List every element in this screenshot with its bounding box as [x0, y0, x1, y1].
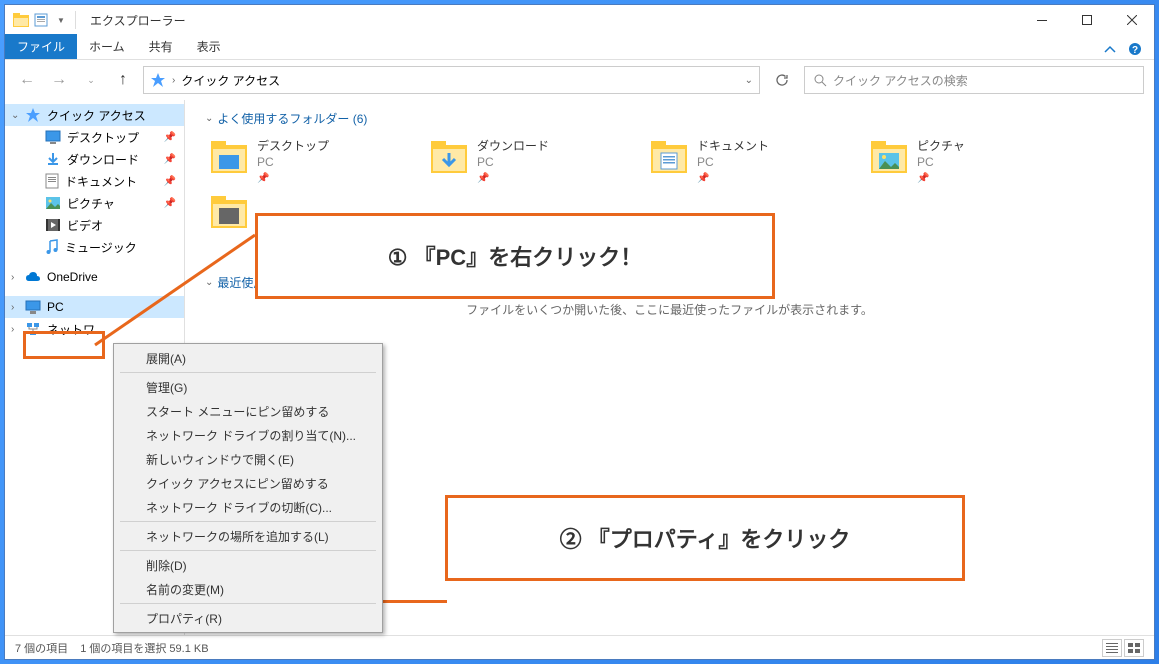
folder-icon [649, 139, 689, 175]
sidebar-item-pictures[interactable]: ピクチャ 📌 [5, 192, 184, 214]
chevron-down-icon[interactable]: ⌄ [11, 110, 19, 121]
music-icon [45, 239, 59, 255]
address-location: クイック アクセス [181, 72, 280, 89]
qat-dropdown-icon[interactable]: ▼ [53, 12, 69, 28]
menu-manage[interactable]: 管理(G) [116, 375, 380, 399]
menu-separator [120, 372, 376, 373]
view-icons-button[interactable] [1124, 639, 1144, 657]
callout-line-2 [383, 600, 447, 603]
menu-separator [120, 550, 376, 551]
pin-icon: 📌 [164, 154, 176, 165]
desktop-icon [45, 130, 61, 144]
properties-qat-icon[interactable] [33, 12, 49, 28]
menu-delete[interactable]: 削除(D) [116, 553, 380, 577]
view-details-button[interactable] [1102, 639, 1122, 657]
video-icon [45, 218, 61, 232]
window-controls [1019, 5, 1154, 35]
folder-icon [869, 139, 909, 175]
recent-dropdown[interactable]: ⌄ [79, 68, 103, 92]
pc-icon [25, 300, 41, 314]
menu-properties[interactable]: プロパティ(R) [116, 606, 380, 630]
folder-desktop[interactable]: デスクトップPC📌 [205, 135, 425, 190]
chevron-right-icon: › [172, 75, 175, 86]
callout-1: ① 『PC』を右クリック！ [255, 213, 775, 299]
sidebar-item-quickaccess[interactable]: ⌄ クイック アクセス [5, 104, 184, 126]
folder-documents[interactable]: ドキュメントPC📌 [645, 135, 865, 190]
pin-icon: 📌 [917, 173, 929, 184]
minimize-button[interactable] [1019, 5, 1064, 35]
document-icon [45, 173, 59, 189]
status-item-count: 7 個の項目 [15, 640, 68, 656]
tab-view[interactable]: 表示 [185, 34, 233, 59]
status-selected: 1 個の項目を選択 59.1 KB [80, 640, 208, 656]
close-button[interactable] [1109, 5, 1154, 35]
folder-icon [209, 139, 249, 175]
menu-rename[interactable]: 名前の変更(M) [116, 577, 380, 601]
window-title: エクスプローラー [82, 12, 1019, 29]
search-placeholder: クイック アクセスの検索 [833, 72, 968, 89]
pin-icon: 📌 [697, 173, 709, 184]
back-button[interactable]: ← [15, 68, 39, 92]
quick-access-toolbar: ▼ [5, 12, 69, 28]
menu-map-drive[interactable]: ネットワーク ドライブの割り当て(N)... [116, 423, 380, 447]
explorer-icon [13, 12, 29, 28]
menu-separator [120, 603, 376, 604]
tab-home[interactable]: ホーム [77, 34, 137, 59]
separator [75, 11, 76, 29]
up-button[interactable]: ↑ [111, 68, 135, 92]
svg-text:?: ? [1132, 45, 1138, 56]
pictures-icon [45, 196, 61, 210]
pin-icon: 📌 [164, 176, 176, 187]
tab-file[interactable]: ファイル [5, 34, 77, 59]
search-input[interactable]: クイック アクセスの検索 [804, 66, 1144, 94]
menu-disconnect[interactable]: ネットワーク ドライブの切断(C)... [116, 495, 380, 519]
help-ribbon-toggle[interactable]: ? [1104, 42, 1154, 59]
maximize-button[interactable] [1064, 5, 1109, 35]
star-icon [150, 72, 166, 88]
refresh-button[interactable] [768, 66, 796, 94]
chevron-right-icon[interactable]: › [11, 272, 14, 283]
callout-2: ② 『プロパティ』をクリック [445, 495, 965, 581]
folder-icon [429, 139, 469, 175]
network-icon [25, 322, 41, 336]
callout-line-1 [85, 225, 265, 355]
menu-pin-start[interactable]: スタート メニューにピン留めする [116, 399, 380, 423]
pin-icon: 📌 [164, 132, 176, 143]
empty-message: ファイルをいくつか開いた後、ここに最近使ったファイルが表示されます。 [205, 301, 1134, 318]
tab-share[interactable]: 共有 [137, 34, 185, 59]
star-icon [25, 107, 41, 123]
chevron-down-icon: ⌄ [205, 113, 213, 124]
search-icon [813, 73, 827, 87]
pin-icon: 📌 [477, 173, 489, 184]
ribbon-tabs: ファイル ホーム 共有 表示 ? [5, 35, 1154, 60]
address-bar[interactable]: › クイック アクセス ⌄ [143, 66, 760, 94]
sidebar-item-desktop[interactable]: デスクトップ 📌 [5, 126, 184, 148]
section-frequent[interactable]: ⌄ よく使用するフォルダー (6) [205, 110, 1134, 127]
cloud-icon [25, 271, 41, 283]
address-dropdown-icon[interactable]: ⌄ [745, 75, 753, 86]
download-icon [45, 151, 61, 167]
forward-button[interactable]: → [47, 68, 71, 92]
sidebar-item-documents[interactable]: ドキュメント 📌 [5, 170, 184, 192]
explorer-window: ▼ エクスプローラー ファイル ホーム 共有 表示 ? ← → ⌄ ↑ › クイ… [4, 4, 1155, 660]
menu-separator [120, 521, 376, 522]
pin-icon: 📌 [257, 173, 269, 184]
pin-icon: 📌 [164, 198, 176, 209]
menu-expand[interactable]: 展開(A) [116, 346, 380, 370]
menu-pin-qa[interactable]: クイック アクセスにピン留めする [116, 471, 380, 495]
menu-add-location[interactable]: ネットワークの場所を追加する(L) [116, 524, 380, 548]
folder-downloads[interactable]: ダウンロードPC📌 [425, 135, 645, 190]
menu-new-window[interactable]: 新しいウィンドウで開く(E) [116, 447, 380, 471]
chevron-right-icon[interactable]: › [11, 324, 14, 335]
context-menu: 展開(A) 管理(G) スタート メニューにピン留めする ネットワーク ドライブ… [113, 343, 383, 633]
sidebar-item-downloads[interactable]: ダウンロード 📌 [5, 148, 184, 170]
nav-bar: ← → ⌄ ↑ › クイック アクセス ⌄ クイック アクセスの検索 [5, 60, 1154, 100]
folder-pictures[interactable]: ピクチャPC📌 [865, 135, 1085, 190]
status-bar: 7 個の項目 1 個の項目を選択 59.1 KB [5, 635, 1154, 659]
titlebar: ▼ エクスプローラー [5, 5, 1154, 35]
chevron-right-icon[interactable]: › [11, 302, 14, 313]
